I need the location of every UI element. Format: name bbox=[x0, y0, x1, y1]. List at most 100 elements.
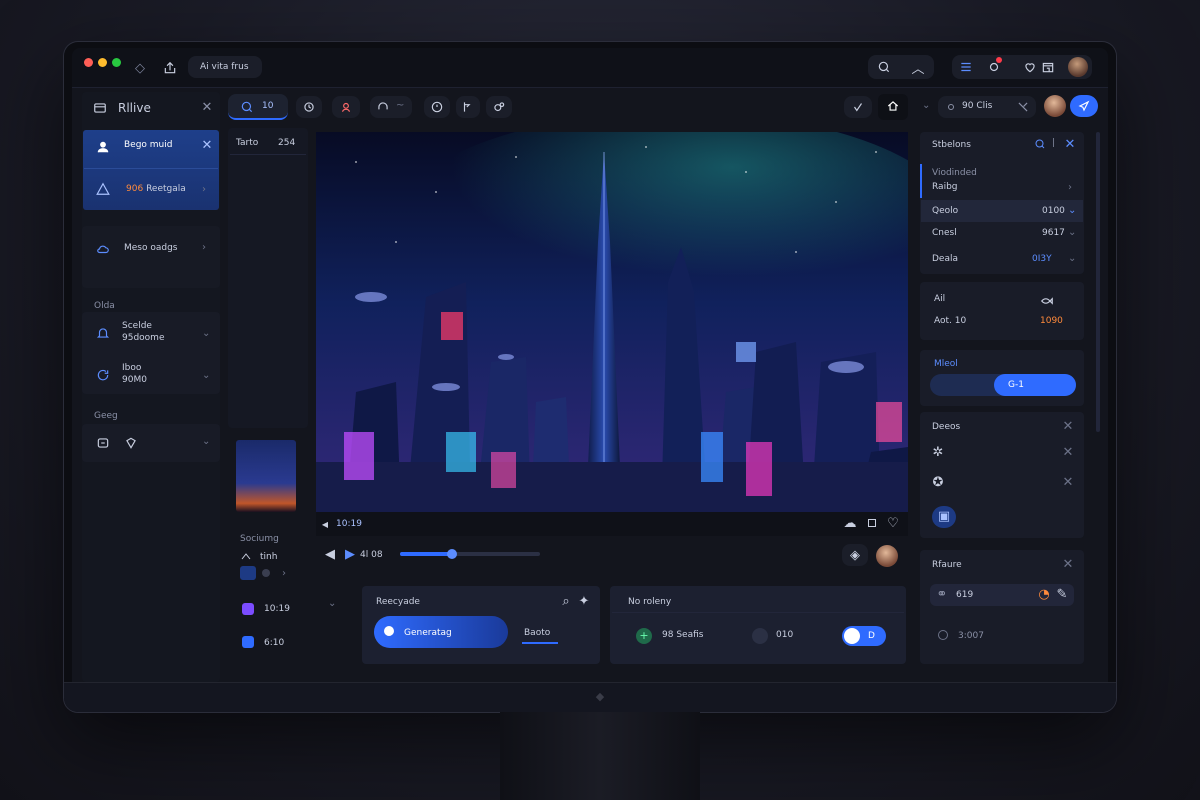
close-icon[interactable]: ✕ bbox=[1062, 445, 1074, 460]
history-dot bbox=[938, 630, 948, 640]
sidebar-item-scelde[interactable]: Scelde 95doome bbox=[122, 320, 164, 344]
progress-knob[interactable] bbox=[446, 549, 457, 559]
play-small-icon[interactable]: ◀ bbox=[320, 518, 330, 530]
divider bbox=[84, 168, 218, 169]
properties-title: Stbelons bbox=[932, 140, 971, 150]
search-icon bbox=[240, 100, 254, 114]
action-chip[interactable] bbox=[240, 566, 256, 580]
bell-icon bbox=[94, 324, 112, 342]
monitor-stand bbox=[500, 712, 700, 800]
title-bar: ◇ Ai vita frus ︿ bbox=[72, 48, 1108, 88]
purple-badge bbox=[242, 603, 254, 615]
player-label: 4l 08 bbox=[360, 550, 383, 560]
history-item-1: 619 bbox=[956, 590, 974, 600]
play-icon[interactable]: ▶ bbox=[344, 547, 356, 562]
compass-icon bbox=[302, 100, 316, 114]
search-icon[interactable] bbox=[876, 60, 892, 74]
blue-badge bbox=[242, 636, 254, 648]
chevron-right-icon[interactable]: › bbox=[202, 184, 206, 195]
prop-value-cnesl: 9617 bbox=[1042, 228, 1065, 238]
app-title-tab[interactable]: Ai vita frus bbox=[188, 56, 262, 78]
sidebar-title: Rllive bbox=[118, 101, 151, 115]
diamond-icon[interactable]: ◇ bbox=[132, 60, 148, 76]
store-icon[interactable] bbox=[1040, 60, 1056, 74]
status-label: 90 Clis bbox=[962, 101, 993, 111]
send-icon bbox=[1077, 99, 1091, 113]
recycle-card-title: Reecyade bbox=[376, 597, 420, 607]
cloud-small-icon[interactable]: ☁ bbox=[844, 516, 857, 531]
prop-label-viodinded: Viodinded bbox=[932, 168, 977, 178]
sidebar-item-bego[interactable]: Bego muid bbox=[124, 140, 172, 150]
heart-icon[interactable] bbox=[1022, 60, 1038, 74]
model-selected[interactable] bbox=[994, 374, 1076, 396]
history-row[interactable] bbox=[930, 584, 1074, 606]
chevron-down-icon[interactable]: ⌄ bbox=[1068, 205, 1076, 216]
edit-icon[interactable]: ✎ bbox=[1056, 587, 1068, 602]
chevron-down-icon[interactable]: ⌄ bbox=[328, 598, 336, 609]
sidebar-item-reetgala[interactable]: 906 Reetgala bbox=[126, 184, 186, 194]
add-icon[interactable]: + bbox=[636, 628, 652, 644]
close-icon[interactable]: ✕ bbox=[1064, 137, 1076, 152]
settings-small-icon[interactable]: ✦ bbox=[578, 594, 590, 609]
chevron-down-icon[interactable]: ⌄ bbox=[1068, 253, 1076, 264]
close-icon[interactable]: ✕ bbox=[1062, 475, 1074, 490]
close-icon[interactable]: ✕ bbox=[200, 138, 214, 153]
scrollbar[interactable] bbox=[1096, 132, 1100, 432]
stat-right-value: 1090 bbox=[1040, 316, 1063, 326]
chevron-down-icon[interactable]: ⌄ bbox=[202, 436, 210, 447]
avatar[interactable] bbox=[1068, 57, 1088, 77]
chevron-right-icon[interactable]: › bbox=[1068, 182, 1072, 193]
gear-icon[interactable]: ✲ bbox=[932, 445, 944, 460]
cast-icon: ◈ bbox=[850, 547, 860, 563]
chevron-down-icon[interactable]: ⌄ bbox=[922, 100, 930, 111]
tab-underline bbox=[522, 642, 558, 644]
user-icon bbox=[94, 138, 112, 156]
search-tab[interactable] bbox=[228, 94, 288, 120]
chevron-down-icon[interactable]: ⌄ bbox=[202, 328, 210, 339]
sidebar-item-meso[interactable]: Meso oadgs bbox=[124, 243, 178, 253]
frame-icon[interactable] bbox=[866, 517, 878, 529]
heart-small-icon[interactable]: ♡ bbox=[887, 516, 899, 531]
baoto-tab[interactable]: Baoto bbox=[524, 628, 550, 638]
history-item-2: 3:007 bbox=[958, 631, 984, 641]
chevron-down-icon[interactable]: ⌄ bbox=[1068, 227, 1076, 238]
chevron-down-icon[interactable]: ⌄ bbox=[202, 370, 210, 381]
terminal-icon[interactable] bbox=[94, 434, 112, 452]
close-icon[interactable]: ✕ bbox=[200, 100, 214, 115]
search-small-icon[interactable]: ⌕ bbox=[560, 594, 572, 609]
image-icon: ⚭ bbox=[936, 586, 948, 602]
mic-icon[interactable]: ✪ bbox=[932, 475, 944, 490]
chevron-right-icon[interactable]: › bbox=[282, 568, 286, 579]
close-icon[interactable]: ✕ bbox=[1062, 557, 1074, 572]
back-icon[interactable]: ◀ bbox=[324, 547, 336, 562]
user-small-icon bbox=[240, 550, 252, 562]
badge-time-2: 6:10 bbox=[264, 638, 285, 648]
generate-label: Generatag bbox=[404, 628, 452, 638]
prop-label-cnesl: Cnesl bbox=[932, 228, 957, 238]
prop-label-deala: Deala bbox=[932, 254, 958, 264]
chevron-up-icon[interactable]: ︿ bbox=[910, 59, 926, 77]
search-icon[interactable] bbox=[1034, 138, 1046, 150]
city-illustration bbox=[316, 132, 908, 512]
close-window-dot[interactable] bbox=[84, 58, 93, 67]
close-icon[interactable]: ✕ bbox=[1062, 419, 1074, 434]
item-label: Reetgala bbox=[146, 184, 186, 194]
stats-card bbox=[920, 282, 1084, 340]
sidebar-item-iboo[interactable]: Iboo 90M0 bbox=[122, 362, 147, 386]
shield-icon[interactable] bbox=[122, 434, 140, 452]
like-icon bbox=[851, 100, 865, 114]
user-avatar[interactable] bbox=[1044, 95, 1066, 117]
share-icon[interactable] bbox=[162, 60, 178, 76]
collaborator-avatar[interactable] bbox=[876, 545, 898, 567]
chevron-right-icon[interactable]: › bbox=[202, 242, 206, 253]
clip-thumbnail[interactable] bbox=[236, 440, 296, 512]
video-preview[interactable] bbox=[316, 132, 908, 512]
device-icon: ▣ bbox=[937, 508, 951, 524]
badge-time-1: 10:19 bbox=[264, 604, 290, 614]
assets-label: Tarto bbox=[236, 138, 259, 148]
alert-icon bbox=[94, 180, 112, 198]
minimize-window-dot[interactable] bbox=[98, 58, 107, 67]
prop-label-qeolo: Qeolo bbox=[932, 206, 959, 216]
maximize-window-dot[interactable] bbox=[112, 58, 121, 67]
menu-icon[interactable] bbox=[958, 60, 974, 74]
